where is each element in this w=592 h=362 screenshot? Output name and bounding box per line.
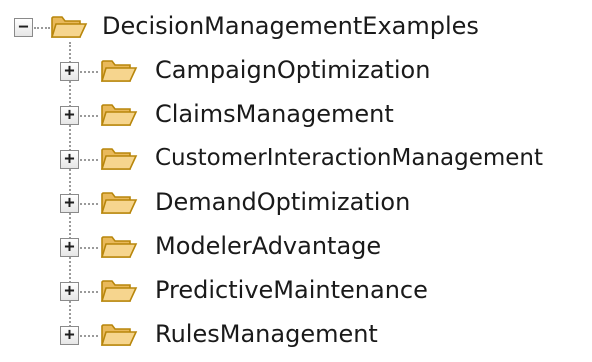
tree-node-rulesmanagement[interactable]: + RulesManagement	[0, 316, 592, 356]
expand-toggle[interactable]: +	[60, 62, 79, 81]
open-folder-icon	[100, 192, 138, 214]
tree-node-customerinteractionmanagement[interactable]: + CustomerInteractionManagement	[0, 140, 592, 180]
open-folder-icon	[100, 60, 138, 82]
open-folder-icon	[100, 280, 138, 302]
tree-connector	[80, 159, 98, 161]
open-folder-icon	[100, 236, 138, 258]
tree-connector	[80, 335, 98, 337]
tree-node-label: ModelerAdvantage	[155, 232, 382, 260]
expand-toggle[interactable]: +	[60, 326, 79, 345]
tree-node-demandoptimization[interactable]: + DemandOptimization	[0, 184, 592, 224]
expand-toggle[interactable]: +	[60, 106, 79, 125]
open-folder-icon	[100, 148, 138, 170]
tree-node-label: DemandOptimization	[155, 188, 411, 216]
tree-node-label: DecisionManagementExamples	[102, 12, 479, 40]
tree-connector	[80, 247, 98, 249]
tree-node-claimsmanagement[interactable]: + ClaimsManagement	[0, 96, 592, 136]
expand-toggle[interactable]: +	[60, 238, 79, 257]
tree-node-predictivemaintenance[interactable]: + PredictiveMaintenance	[0, 272, 592, 312]
collapse-toggle[interactable]: −	[14, 18, 33, 37]
tree-node-label: CustomerInteractionManagement	[155, 145, 544, 171]
tree-node-label: PredictiveMaintenance	[155, 276, 428, 304]
tree-node-label: RulesManagement	[155, 320, 378, 348]
expand-toggle[interactable]: +	[60, 282, 79, 301]
tree-node-label: ClaimsManagement	[155, 100, 394, 128]
expand-toggle[interactable]: +	[60, 194, 79, 213]
project-tree: − DecisionManagementExamples + CampaignO…	[0, 0, 592, 362]
tree-node-root[interactable]: − DecisionManagementExamples	[0, 8, 592, 48]
expand-toggle[interactable]: +	[60, 150, 79, 169]
tree-connector	[34, 27, 50, 29]
open-folder-icon	[50, 16, 88, 38]
tree-node-modeleradvantage[interactable]: + ModelerAdvantage	[0, 228, 592, 268]
tree-connector	[80, 203, 98, 205]
tree-node-campaignoptimization[interactable]: + CampaignOptimization	[0, 52, 592, 92]
tree-connector	[80, 291, 98, 293]
tree-node-label: CampaignOptimization	[155, 56, 431, 84]
open-folder-icon	[100, 324, 138, 346]
tree-connector	[80, 115, 98, 117]
open-folder-icon	[100, 104, 138, 126]
tree-connector	[80, 71, 98, 73]
